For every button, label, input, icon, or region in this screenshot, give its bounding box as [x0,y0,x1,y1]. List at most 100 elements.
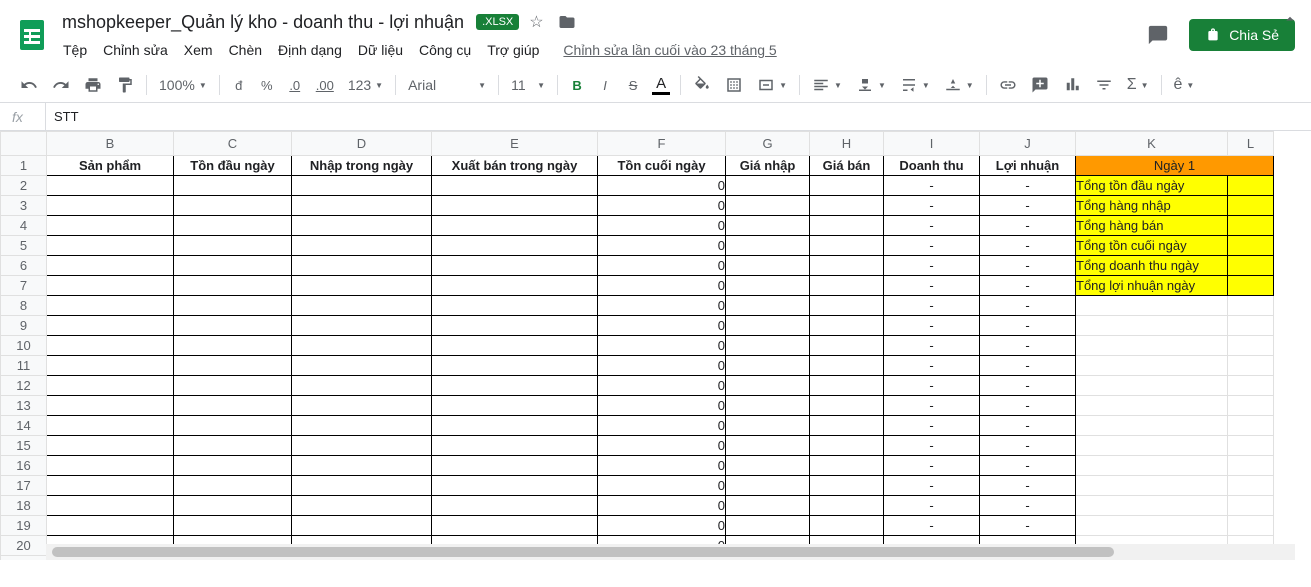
cell-E5[interactable] [432,236,598,256]
menu-format[interactable]: Định dạng [271,38,349,62]
cell-D15[interactable] [292,436,432,456]
cell-E1[interactable]: Xuất bán trong ngày [432,156,598,176]
cell-K6[interactable]: Tổng doanh thu ngày [1076,256,1228,276]
col-header-C[interactable]: C [174,132,292,156]
cell-E12[interactable] [432,376,598,396]
cell-L11[interactable] [1228,356,1274,376]
cell-H7[interactable] [810,276,884,296]
text-rotation-button[interactable]: ▼ [938,72,980,98]
cell-B8[interactable] [47,296,174,316]
cell-C5[interactable] [174,236,292,256]
grid-wrapper[interactable]: BCDEFGHIJKL1Sản phẩmTồn đầu ngàyNhập tro… [0,131,1311,560]
cell-H4[interactable] [810,216,884,236]
cell-L7[interactable] [1228,276,1274,296]
cell-K18[interactable] [1076,496,1228,516]
cell-L12[interactable] [1228,376,1274,396]
cell-I14[interactable]: - [884,416,980,436]
cell-E6[interactable] [432,256,598,276]
cell-K12[interactable] [1076,376,1228,396]
cell-E15[interactable] [432,436,598,456]
cell-J14[interactable]: - [980,416,1076,436]
cell-F13[interactable]: 0 [598,396,726,416]
cell-K5[interactable]: Tổng tồn cuối ngày [1076,236,1228,256]
row-header-18[interactable]: 18 [1,496,47,516]
cell-L6[interactable] [1228,256,1274,276]
insert-link-button[interactable] [993,72,1023,98]
cell-G18[interactable] [726,496,810,516]
cell-J16[interactable]: - [980,456,1076,476]
cell-D11[interactable] [292,356,432,376]
horizontal-align-button[interactable]: ▼ [806,72,848,98]
cell-K9[interactable] [1076,316,1228,336]
cell-C18[interactable] [174,496,292,516]
cell-C17[interactable] [174,476,292,496]
menu-insert[interactable]: Chèn [222,38,269,62]
cell-C15[interactable] [174,436,292,456]
paint-format-button[interactable] [110,72,140,98]
col-header-F[interactable]: F [598,132,726,156]
cell-B6[interactable] [47,256,174,276]
cell-J3[interactable]: - [980,196,1076,216]
cell-J4[interactable]: - [980,216,1076,236]
cell-K11[interactable] [1076,356,1228,376]
cell-B18[interactable] [47,496,174,516]
row-header-1[interactable]: 1 [1,156,47,176]
print-button[interactable] [78,72,108,98]
row-header-11[interactable]: 11 [1,356,47,376]
cell-F5[interactable]: 0 [598,236,726,256]
cell-G14[interactable] [726,416,810,436]
strikethrough-button[interactable]: S [620,72,646,98]
cell-L17[interactable] [1228,476,1274,496]
cell-C2[interactable] [174,176,292,196]
cell-L3[interactable] [1228,196,1274,216]
row-header-15[interactable]: 15 [1,436,47,456]
cell-I11[interactable]: - [884,356,980,376]
merge-cells-button[interactable]: ▼ [751,72,793,98]
row-header-16[interactable]: 16 [1,456,47,476]
cell-H2[interactable] [810,176,884,196]
cell-I19[interactable]: - [884,516,980,536]
cell-I9[interactable]: - [884,316,980,336]
cell-J7[interactable]: - [980,276,1076,296]
cell-H1[interactable]: Giá bán [810,156,884,176]
horizontal-scrollbar[interactable] [46,544,1295,560]
cell-B13[interactable] [47,396,174,416]
menu-tools[interactable]: Công cụ [412,38,478,62]
cell-J18[interactable]: - [980,496,1076,516]
cell-J13[interactable]: - [980,396,1076,416]
toolbar-more-icon[interactable] [1281,10,1299,31]
increase-decimal-button[interactable]: .00 [310,72,340,98]
row-header-9[interactable]: 9 [1,316,47,336]
cell-F12[interactable]: 0 [598,376,726,396]
cell-H3[interactable] [810,196,884,216]
cell-F1[interactable]: Tồn cuối ngày [598,156,726,176]
input-tools-button[interactable]: ê▼ [1168,72,1201,98]
cell-J12[interactable]: - [980,376,1076,396]
cell-G4[interactable] [726,216,810,236]
cell-L14[interactable] [1228,416,1274,436]
cell-L9[interactable] [1228,316,1274,336]
cell-I13[interactable]: - [884,396,980,416]
cell-I3[interactable]: - [884,196,980,216]
cell-G17[interactable] [726,476,810,496]
cell-B12[interactable] [47,376,174,396]
cell-D17[interactable] [292,476,432,496]
currency-button[interactable]: đ [226,72,252,98]
cell-F19[interactable]: 0 [598,516,726,536]
cell-D19[interactable] [292,516,432,536]
cell-D12[interactable] [292,376,432,396]
menu-edit[interactable]: Chỉnh sửa [96,38,175,62]
cell-B4[interactable] [47,216,174,236]
cell-H17[interactable] [810,476,884,496]
cell-C8[interactable] [174,296,292,316]
cell-C9[interactable] [174,316,292,336]
cell-C11[interactable] [174,356,292,376]
cell-B7[interactable] [47,276,174,296]
row-header-12[interactable]: 12 [1,376,47,396]
row-header-7[interactable]: 7 [1,276,47,296]
cell-B17[interactable] [47,476,174,496]
cell-F7[interactable]: 0 [598,276,726,296]
cell-D8[interactable] [292,296,432,316]
cell-E4[interactable] [432,216,598,236]
cell-I4[interactable]: - [884,216,980,236]
